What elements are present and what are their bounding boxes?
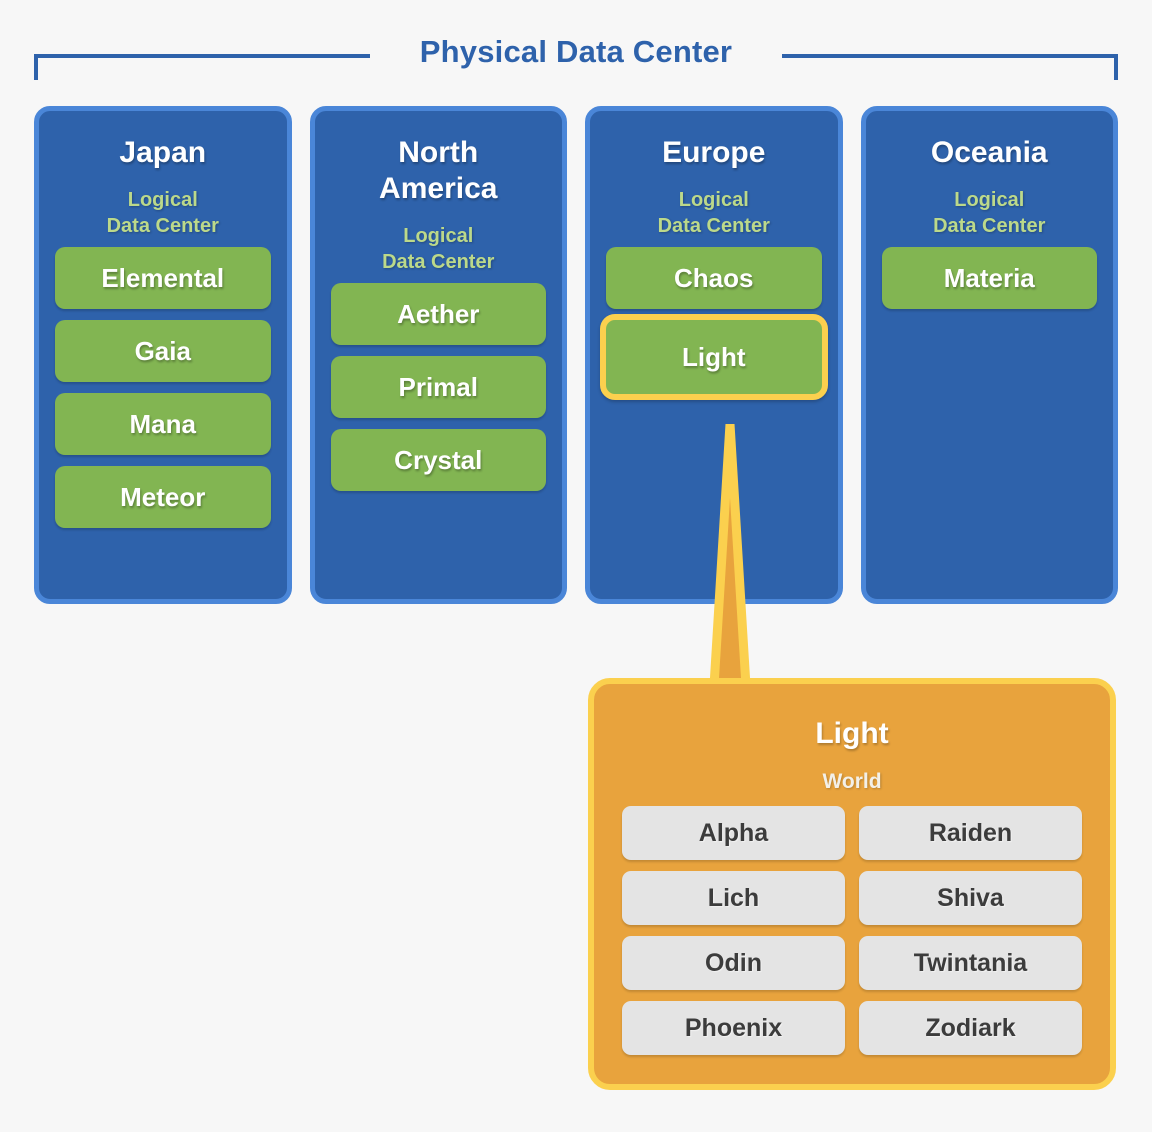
logical-data-center-chip[interactable]: Primal (330, 356, 546, 418)
world-chip[interactable]: Zodiark (859, 1001, 1082, 1055)
logical-data-center-label: Logical Data Center (657, 189, 770, 237)
logical-data-center-chip[interactable]: Elemental (55, 247, 271, 309)
logical-data-center-chip-selected[interactable]: Light (600, 314, 828, 400)
physical-data-center-name: Japan (119, 136, 207, 169)
physical-data-center-europe[interactable]: Europe Logical Data Center Chaos Light (585, 106, 843, 604)
page-title: Physical Data Center (419, 34, 733, 69)
world-panel-subtitle: World (822, 770, 882, 793)
physical-data-center-row: Japan Logical Data Center Elemental Gaia… (34, 106, 1118, 604)
world-chip[interactable]: Raiden (859, 806, 1082, 860)
physical-data-center-name: Europe (662, 136, 766, 169)
logical-data-center-chip[interactable]: Meteor (55, 466, 271, 528)
logical-data-center-list: Aether Primal Crystal (330, 283, 546, 491)
physical-data-center-north-america[interactable]: North America Logical Data Center Aether… (309, 106, 567, 604)
logical-data-center-label: Logical Data Center (933, 189, 1046, 237)
logical-data-center-label: Logical Data Center (106, 189, 219, 237)
logical-data-center-chip[interactable]: Chaos (606, 247, 822, 309)
logical-data-center-chip[interactable]: Aether (330, 283, 546, 345)
world-panel-title: Light (815, 717, 889, 750)
physical-data-center-name: Oceania (930, 136, 1048, 169)
logical-data-center-list: Materia (881, 247, 1097, 309)
logical-data-center-chip[interactable]: Crystal (330, 429, 546, 491)
world-chip[interactable]: Twintania (859, 936, 1082, 990)
physical-data-center-name: North America (379, 136, 498, 205)
logical-data-center-list: Elemental Gaia Mana Meteor (55, 247, 271, 528)
physical-data-center-oceania[interactable]: Oceania Logical Data Center Materia (860, 106, 1118, 604)
world-chip[interactable]: Shiva (859, 871, 1082, 925)
world-chip[interactable]: Alpha (622, 806, 845, 860)
world-chip[interactable]: Odin (622, 936, 845, 990)
physical-data-center-bracket: Physical Data Center (34, 26, 1118, 80)
logical-data-center-chip[interactable]: Gaia (55, 320, 271, 382)
world-grid: Alpha Raiden Lich Shiva Odin Twintania P… (622, 806, 1082, 1055)
world-detail-panel: Light World Alpha Raiden Lich Shiva Odin… (588, 678, 1116, 1090)
logical-data-center-list: Chaos Light (600, 247, 828, 400)
logical-data-center-chip[interactable]: Mana (55, 393, 271, 455)
world-chip[interactable]: Phoenix (622, 1001, 845, 1055)
world-chip[interactable]: Lich (622, 871, 845, 925)
logical-data-center-chip[interactable]: Materia (881, 247, 1097, 309)
physical-data-center-japan[interactable]: Japan Logical Data Center Elemental Gaia… (34, 106, 292, 604)
logical-data-center-label: Logical Data Center (382, 225, 495, 273)
